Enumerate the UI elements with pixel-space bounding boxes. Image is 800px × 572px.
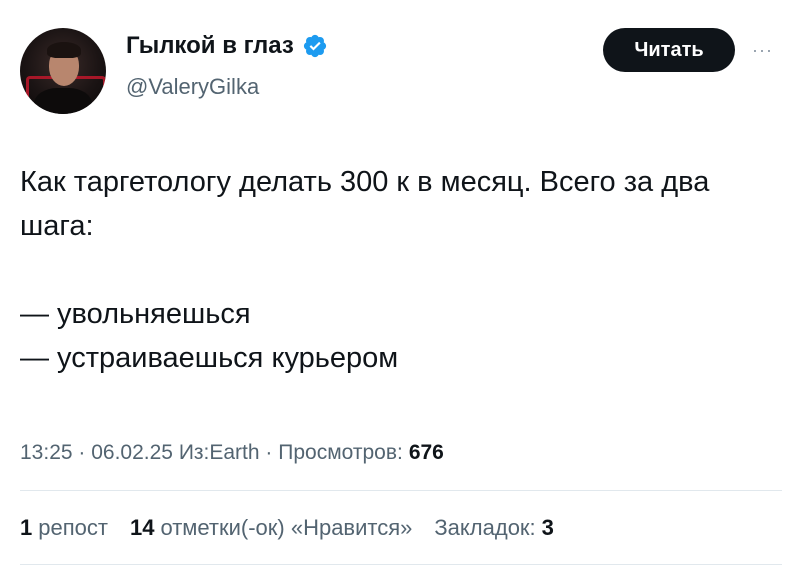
bookmarks-count: 3 — [541, 515, 554, 540]
verified-badge-icon — [303, 34, 326, 58]
author-display-name[interactable]: Гылкой в глаз — [126, 32, 294, 60]
reposts-stat[interactable]: 1 репост — [20, 515, 108, 541]
meta-separator: · — [259, 441, 279, 464]
bookmarks-label: Закладок: — [434, 515, 536, 540]
likes-count: 14 — [129, 515, 155, 540]
tweet-text: Как таргетологу делать 300 к в месяц. Вс… — [20, 166, 710, 374]
views-label: Просмотров: — [278, 441, 403, 464]
likes-stat[interactable]: 14 отметки(-ок) «Нравится» — [130, 515, 412, 541]
avatar[interactable] — [20, 28, 106, 114]
follow-button[interactable]: Читать — [603, 28, 735, 72]
reposts-label: репост — [38, 515, 108, 540]
avatar-hair — [47, 42, 81, 58]
tweet-source: Из:Earth — [172, 441, 260, 464]
bookmarks-stat[interactable]: Закладок: 3 — [434, 515, 554, 541]
author-name-row: Гылкой в глаз — [126, 32, 328, 60]
divider — [20, 490, 782, 491]
tweet-time[interactable]: 13:25 — [20, 441, 73, 465]
likes-label: отметки(-ок) «Нравится» — [160, 515, 413, 540]
avatar-shirt — [34, 88, 92, 114]
divider — [20, 564, 782, 565]
reposts-count: 1 — [20, 515, 33, 540]
tweet-meta: 13:25 · 06.02.25 Из:Earth · Просмотров: … — [20, 441, 444, 465]
engagement-stats: 1 репост 14 отметки(-ок) «Нравится» Заклад… — [20, 515, 554, 541]
author-handle[interactable]: @ValeryGilka — [126, 74, 259, 100]
meta-separator: · — [72, 441, 92, 464]
more-icon[interactable]: ··· — [752, 40, 773, 61]
views-count: 676 — [408, 441, 444, 464]
tweet-date[interactable]: 06.02.25 — [91, 441, 173, 465]
